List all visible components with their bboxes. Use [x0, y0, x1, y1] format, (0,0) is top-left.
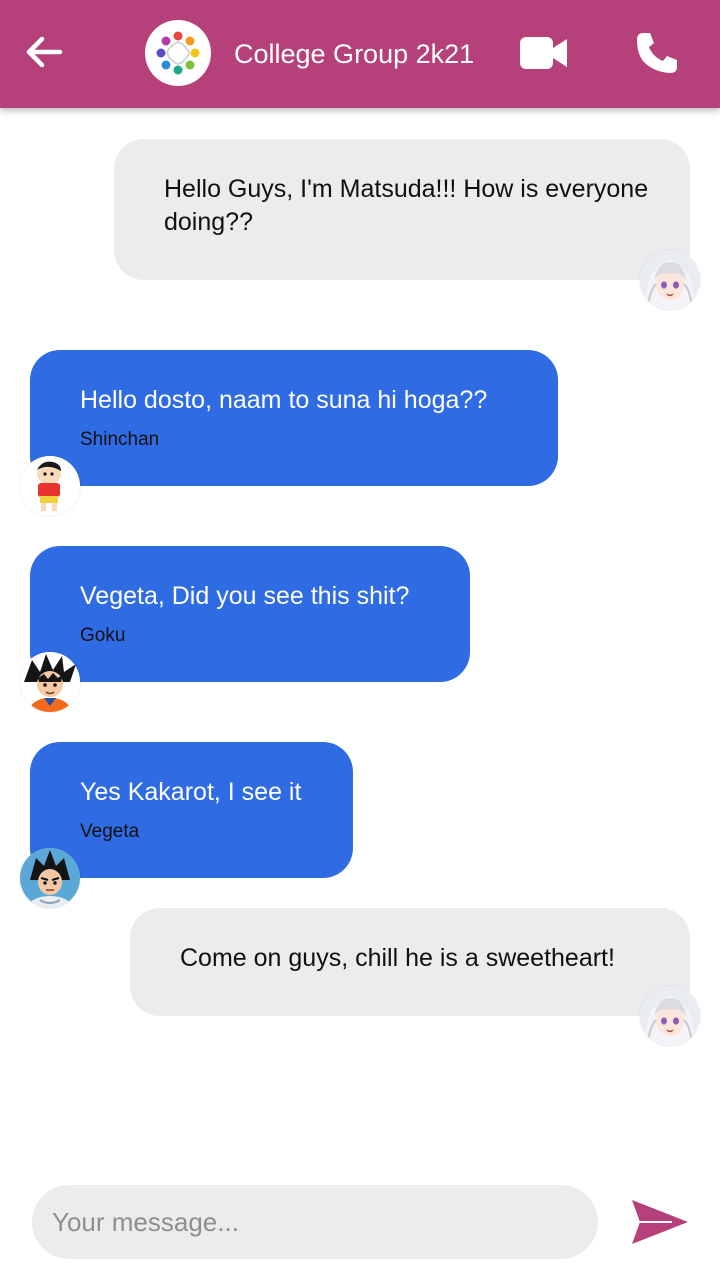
- sender-name: Goku: [80, 625, 126, 646]
- community-logo-icon: [156, 31, 200, 75]
- white-haired-anime-girl-avatar-icon: [640, 986, 700, 1046]
- message-bubble-outgoing[interactable]: Hello Guys, I'm Matsuda!!! How is everyo…: [114, 139, 690, 280]
- video-camera-icon: [520, 37, 567, 69]
- voice-call-button[interactable]: [634, 30, 680, 76]
- arrow-left-icon: [26, 36, 63, 68]
- white-haired-anime-girl-avatar-icon: [640, 250, 700, 310]
- message-text: Vegeta, Did you see this shit?: [80, 582, 410, 610]
- sender-avatar[interactable]: [20, 848, 80, 908]
- user-avatar[interactable]: [640, 986, 700, 1046]
- message-bubble-incoming[interactable]: Yes Kakarot, I see it Vegeta: [30, 742, 353, 878]
- group-avatar[interactable]: [145, 20, 211, 86]
- message-bubble-incoming[interactable]: Hello dosto, naam to suna hi hoga?? Shin…: [30, 350, 558, 486]
- chat-screen: College Group 2k21 Hello Guys, I'm Matsu…: [0, 0, 720, 1285]
- message-bubble-outgoing[interactable]: Come on guys, chill he is a sweetheart!: [130, 908, 690, 1016]
- sender-avatar[interactable]: [20, 652, 80, 712]
- user-avatar[interactable]: [640, 250, 700, 310]
- message-bubble-incoming[interactable]: Vegeta, Did you see this shit? Goku: [30, 546, 470, 682]
- vegeta-avatar-icon: [20, 848, 80, 908]
- chat-header: College Group 2k21: [0, 0, 720, 108]
- message-text: Hello dosto, naam to suna hi hoga??: [80, 386, 488, 414]
- shinchan-avatar-icon: [20, 456, 80, 516]
- sender-name: Shinchan: [80, 429, 160, 450]
- phone-icon: [637, 33, 677, 73]
- video-call-button[interactable]: [518, 34, 570, 72]
- send-button[interactable]: [628, 1196, 690, 1248]
- goku-avatar-icon: [20, 652, 80, 712]
- back-button[interactable]: [22, 30, 66, 74]
- message-text: Hello Guys, I'm Matsuda!!! How is everyo…: [164, 175, 649, 236]
- sender-avatar[interactable]: [20, 456, 80, 516]
- send-arrow-icon: [632, 1200, 688, 1244]
- message-text: Come on guys, chill he is a sweetheart!: [180, 944, 615, 972]
- message-input[interactable]: [32, 1185, 598, 1259]
- sender-name: Vegeta: [80, 821, 140, 842]
- message-text: Yes Kakarot, I see it: [80, 778, 302, 806]
- group-title: College Group 2k21: [234, 39, 475, 69]
